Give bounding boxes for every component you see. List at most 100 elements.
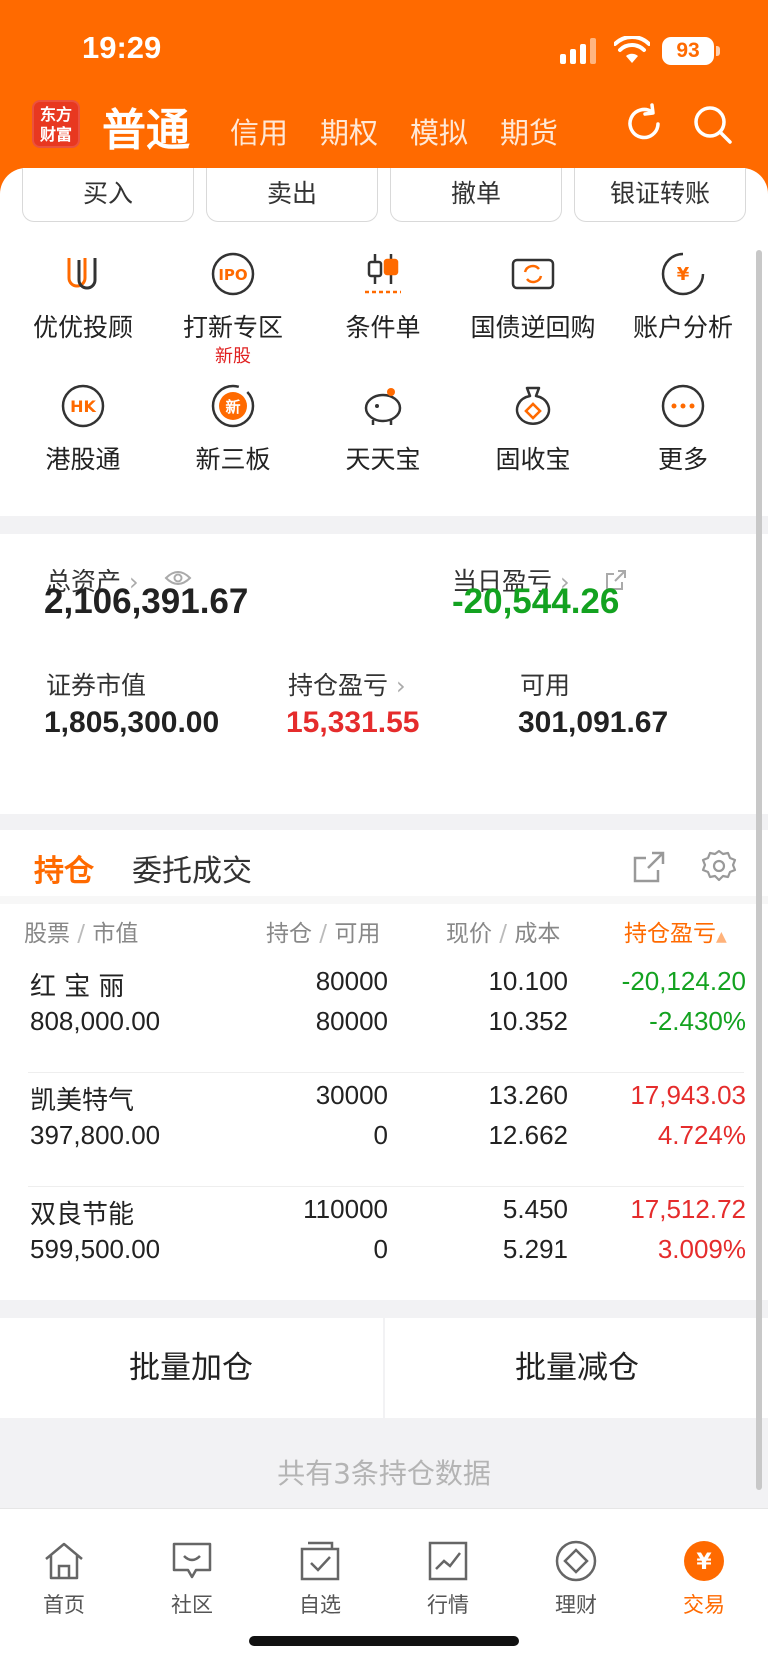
cancel-order-button[interactable]: 撤单 bbox=[390, 168, 562, 222]
tab-watchlist[interactable]: 自选 bbox=[256, 1509, 384, 1617]
tab-home[interactable]: 首页 bbox=[0, 1509, 128, 1617]
grid-label: 天天宝 bbox=[345, 445, 421, 474]
daily-pl-value: -20,544.26 bbox=[452, 582, 620, 621]
sell-button[interactable]: 卖出 bbox=[206, 168, 378, 222]
grid-label: 固收宝 bbox=[495, 445, 571, 474]
more-icon bbox=[661, 384, 705, 428]
grid-item-condition-order[interactable]: 条件单 bbox=[308, 250, 458, 370]
available-label: 可用 bbox=[520, 671, 571, 700]
grid-label: 账户分析 bbox=[632, 313, 733, 342]
col-header-text: 现价 bbox=[446, 921, 492, 947]
battery-indicator: 93 bbox=[662, 37, 714, 65]
batch-reduce-button[interactable]: 批量减仓 bbox=[386, 1318, 768, 1418]
col-header-text: 市值 bbox=[92, 921, 139, 947]
grid-item-account-analysis[interactable]: ¥ 账户分析 bbox=[608, 250, 758, 370]
tab-wealth[interactable]: 理财 bbox=[512, 1509, 640, 1617]
home-icon bbox=[45, 1542, 83, 1580]
tab-simulation[interactable]: 模拟 bbox=[410, 110, 468, 152]
stock-pl: -20,124.20 bbox=[621, 966, 746, 996]
col-header-text: 股票 bbox=[24, 921, 70, 947]
tab-label: 社区 bbox=[171, 1593, 213, 1617]
community-icon bbox=[172, 1542, 212, 1579]
quick-actions: 买入 卖出 撤单 银证转账 bbox=[22, 168, 746, 224]
app-logo: 东方 财富 bbox=[32, 100, 80, 148]
bank-transfer-button[interactable]: 银证转账 bbox=[574, 168, 746, 222]
home-indicator bbox=[249, 1636, 519, 1646]
grid-item-fixed-income[interactable]: 固收宝 bbox=[458, 382, 608, 502]
tab-positions[interactable]: 持仓 bbox=[34, 846, 94, 890]
stock-pl-pct: 4.724% bbox=[657, 1120, 746, 1150]
tab-label: 自选 bbox=[299, 1593, 341, 1617]
grid-item-tiantianbao[interactable]: 天天宝 bbox=[308, 382, 458, 502]
stock-price: 13.260 bbox=[488, 1080, 568, 1110]
money-bag-icon bbox=[515, 386, 551, 425]
svg-text:¥: ¥ bbox=[677, 264, 690, 285]
positions-count-note: 共有3条持仓数据 bbox=[277, 1457, 491, 1490]
grid-item-neeq[interactable]: 新 新三板 bbox=[158, 382, 308, 502]
tab-label: 交易 bbox=[683, 1593, 725, 1617]
col-header-text: 成本 bbox=[514, 921, 561, 947]
buy-button[interactable]: 买入 bbox=[22, 168, 194, 222]
svg-text:¥: ¥ bbox=[696, 1550, 712, 1575]
svg-text:IPO: IPO bbox=[218, 266, 247, 284]
tab-credit[interactable]: 信用 bbox=[230, 110, 288, 152]
tab-orders-trades[interactable]: 委托成交 bbox=[132, 846, 252, 890]
grid-label: 更多 bbox=[657, 445, 708, 474]
grid-item-repo[interactable]: 国债逆回购 bbox=[458, 250, 608, 370]
stock-price: 10.100 bbox=[488, 966, 568, 996]
assets-summary: 总资产 › 2,106,391.67 当日盈亏 › -20,544.26 证券市… bbox=[0, 534, 768, 814]
tab-trade[interactable]: ¥ 交易 bbox=[640, 1509, 768, 1617]
table-row[interactable]: 凯美特气 397,800.00 30000 0 13.260 12.662 17… bbox=[0, 1080, 768, 1186]
tab-options[interactable]: 期权 bbox=[320, 110, 378, 152]
col-header-stock: 股票 / 市值 bbox=[24, 921, 139, 947]
logo-text-1: 东方 bbox=[39, 105, 72, 124]
grid-item-uu-advisor[interactable]: 优优投顾 bbox=[8, 250, 158, 370]
market-icon bbox=[428, 1541, 468, 1581]
tab-market[interactable]: 行情 bbox=[384, 1509, 512, 1617]
account-analysis-icon: ¥ bbox=[661, 252, 705, 296]
refresh-icon[interactable] bbox=[622, 102, 666, 146]
col-header-text: 持仓盈亏 bbox=[624, 921, 716, 947]
table-row[interactable]: 双良节能 599,500.00 110000 0 5.450 5.291 17,… bbox=[0, 1194, 768, 1300]
scrollbar[interactable] bbox=[756, 250, 762, 1490]
trade-icon: ¥ bbox=[684, 1541, 724, 1581]
position-pl-link[interactable]: 持仓盈亏 › bbox=[288, 666, 406, 702]
stock-cost: 12.662 bbox=[488, 1120, 568, 1150]
col-header-text: 持仓 bbox=[266, 921, 312, 947]
wifi-icon bbox=[614, 36, 650, 63]
stock-available: 0 bbox=[373, 1234, 388, 1264]
stock-price: 5.450 bbox=[502, 1194, 568, 1224]
tab-community[interactable]: 社区 bbox=[128, 1509, 256, 1617]
grid-item-ipo[interactable]: IPO 打新专区 新股 bbox=[158, 250, 308, 370]
export-icon[interactable] bbox=[632, 850, 666, 884]
header-separator bbox=[0, 896, 768, 904]
stock-pl: 17,512.72 bbox=[630, 1194, 746, 1224]
row-divider bbox=[28, 1072, 744, 1073]
stock-available: 80000 bbox=[315, 1006, 388, 1036]
stock-pl-pct: 3.009% bbox=[657, 1234, 746, 1264]
market-value-label: 证券市值 bbox=[46, 671, 147, 700]
ipo-icon: IPO bbox=[211, 252, 255, 296]
table-row[interactable]: 红 宝 丽 808,000.00 80000 80000 10.100 10.3… bbox=[0, 966, 768, 1072]
stock-name: 红 宝 丽 bbox=[30, 972, 125, 1002]
batch-divider bbox=[383, 1318, 385, 1418]
tab-label: 理财 bbox=[555, 1593, 597, 1617]
stock-cost: 5.291 bbox=[502, 1234, 568, 1264]
row-divider bbox=[28, 1186, 744, 1187]
tab-normal[interactable]: 普通 bbox=[102, 94, 190, 158]
tab-futures[interactable]: 期货 bbox=[500, 110, 558, 152]
batch-actions: 批量加仓 批量减仓 bbox=[0, 1318, 768, 1418]
stock-pl-pct: -2.430% bbox=[649, 1006, 746, 1036]
search-icon[interactable] bbox=[690, 102, 734, 146]
grid-item-hk-connect[interactable]: HK 港股通 bbox=[8, 382, 158, 502]
settings-gear-icon[interactable] bbox=[700, 848, 738, 886]
col-header-pl-sort[interactable]: 持仓盈亏▲ bbox=[624, 914, 727, 948]
stock-cost: 10.352 bbox=[488, 1006, 568, 1036]
grid-item-more[interactable]: 更多 bbox=[608, 382, 758, 502]
batch-add-button[interactable]: 批量加仓 bbox=[0, 1318, 382, 1418]
watchlist-icon bbox=[300, 1541, 340, 1581]
grid-label: 打新专区 bbox=[182, 313, 283, 342]
stock-market-value: 599,500.00 bbox=[30, 1234, 161, 1264]
total-assets-value: 2,106,391.67 bbox=[44, 582, 249, 621]
ipo-badge: 新股 bbox=[215, 346, 251, 367]
